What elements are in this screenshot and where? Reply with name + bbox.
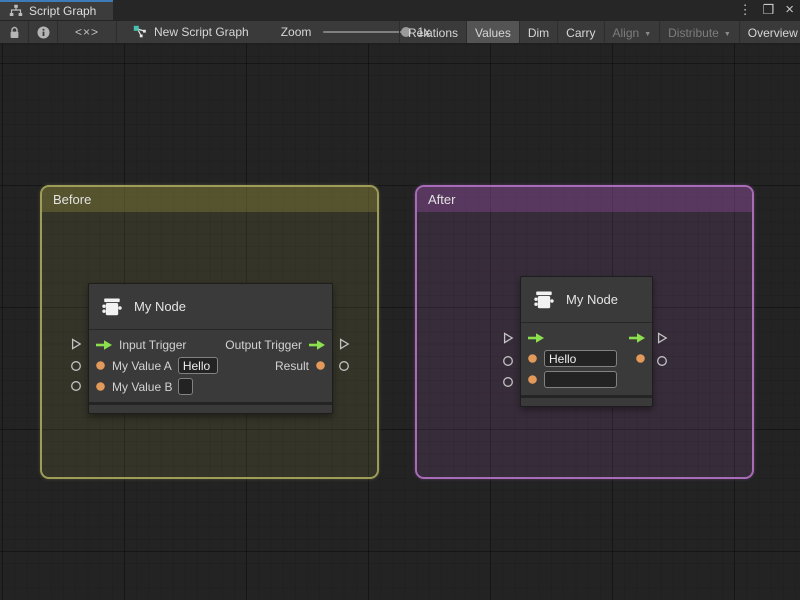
zoom-label: Zoom xyxy=(281,25,312,39)
tab-bar: Script Graph ⋮ ❒ × xyxy=(0,0,800,20)
relations-button[interactable]: Relations xyxy=(400,21,467,44)
group-after-header[interactable]: After xyxy=(417,187,752,212)
info-button[interactable] xyxy=(29,21,58,43)
value-input-port-icon[interactable] xyxy=(95,381,106,392)
value-input-port-icon[interactable] xyxy=(527,353,538,364)
node-after-body xyxy=(521,323,652,395)
port-row xyxy=(521,369,652,390)
value-b-input[interactable] xyxy=(178,378,193,395)
value-input-connector-icon[interactable] xyxy=(69,379,83,393)
value-a-input[interactable] xyxy=(544,350,617,367)
values-button[interactable]: Values xyxy=(467,21,520,44)
node-after[interactable]: My Node xyxy=(520,276,653,407)
chevron-down-icon: ▼ xyxy=(644,29,651,38)
value-b-input[interactable] xyxy=(544,371,617,388)
chevron-down-icon: ▼ xyxy=(724,29,731,38)
tab-script-graph[interactable]: Script Graph xyxy=(0,0,113,20)
port-label: Input Trigger xyxy=(119,338,186,352)
flow-output-connector-icon[interactable] xyxy=(337,337,351,351)
close-icon[interactable]: × xyxy=(785,0,794,20)
port-row: My Value A Result xyxy=(89,355,332,376)
menu-dots-icon[interactable]: ⋮ xyxy=(739,0,752,20)
distribute-dropdown[interactable]: Distribute ▼ xyxy=(660,21,740,44)
toolbar: <×> New Script Graph Zoom 1x Relations V… xyxy=(0,20,800,44)
node-after-header[interactable]: My Node xyxy=(521,277,652,323)
flow-output-port-icon[interactable] xyxy=(628,332,646,344)
toolbar-toggle-group: Relations Values Dim Carry Align ▼ Distr… xyxy=(399,21,800,44)
tab-accent-line xyxy=(0,0,113,2)
overview-button[interactable]: Overview xyxy=(740,21,800,44)
port-row: Input Trigger Output Trigger xyxy=(89,334,332,355)
zoom-slider[interactable] xyxy=(323,31,409,33)
carry-button[interactable]: Carry xyxy=(558,21,604,44)
flow-output-connector-icon[interactable] xyxy=(655,331,669,345)
lock-button[interactable] xyxy=(0,21,29,43)
port-row: My Value B xyxy=(89,376,332,397)
value-input-port-icon[interactable] xyxy=(527,374,538,385)
dim-button[interactable]: Dim xyxy=(520,21,558,44)
value-output-connector-icon[interactable] xyxy=(655,354,669,368)
graph-nodes-icon xyxy=(133,25,147,39)
port-label: Result xyxy=(275,359,309,373)
value-output-connector-icon[interactable] xyxy=(337,359,351,373)
unit-node-icon xyxy=(533,290,555,310)
flow-input-connector-icon[interactable] xyxy=(69,337,83,351)
unit-node-icon xyxy=(101,297,123,317)
value-output-port-icon[interactable] xyxy=(315,360,326,371)
value-input-connector-icon[interactable] xyxy=(501,375,515,389)
lock-icon xyxy=(9,26,20,39)
value-output-port-icon[interactable] xyxy=(635,353,646,364)
align-dropdown[interactable]: Align ▼ xyxy=(605,21,661,44)
port-label: Output Trigger xyxy=(225,338,302,352)
node-title: My Node xyxy=(566,292,618,307)
node-title: My Node xyxy=(134,299,186,314)
node-before-body: Input Trigger Output Trigger My Value A xyxy=(89,330,332,402)
flow-input-port-icon[interactable] xyxy=(527,332,545,344)
flow-output-port-icon[interactable] xyxy=(308,339,326,351)
value-a-input[interactable] xyxy=(178,357,218,374)
tab-label: Script Graph xyxy=(29,3,96,18)
port-row xyxy=(521,348,652,369)
window-controls: ⋮ ❒ × xyxy=(739,0,794,20)
value-input-connector-icon[interactable] xyxy=(69,359,83,373)
graph-breadcrumb[interactable]: New Script Graph xyxy=(133,21,249,43)
hierarchy-icon xyxy=(9,4,23,17)
node-footer xyxy=(89,402,332,413)
graph-canvas[interactable]: Before After My Node xyxy=(0,44,800,600)
script-graph-window: Script Graph ⋮ ❒ × <×> xyxy=(0,0,800,600)
value-input-connector-icon[interactable] xyxy=(501,354,515,368)
node-footer xyxy=(521,395,652,406)
info-icon xyxy=(37,26,50,39)
port-label: My Value A xyxy=(112,359,172,373)
port-row xyxy=(521,327,652,348)
node-before-header[interactable]: My Node xyxy=(89,284,332,330)
maximize-icon[interactable]: ❒ xyxy=(763,0,775,20)
node-before[interactable]: My Node Input Trigger Output Trigger xyxy=(88,283,333,414)
flow-input-connector-icon[interactable] xyxy=(501,331,515,345)
group-before-header[interactable]: Before xyxy=(42,187,377,212)
code-toggle-button[interactable]: <×> xyxy=(58,21,117,43)
port-label: My Value B xyxy=(112,380,172,394)
graph-name: New Script Graph xyxy=(154,25,249,39)
flow-input-port-icon[interactable] xyxy=(95,339,113,351)
value-input-port-icon[interactable] xyxy=(95,360,106,371)
